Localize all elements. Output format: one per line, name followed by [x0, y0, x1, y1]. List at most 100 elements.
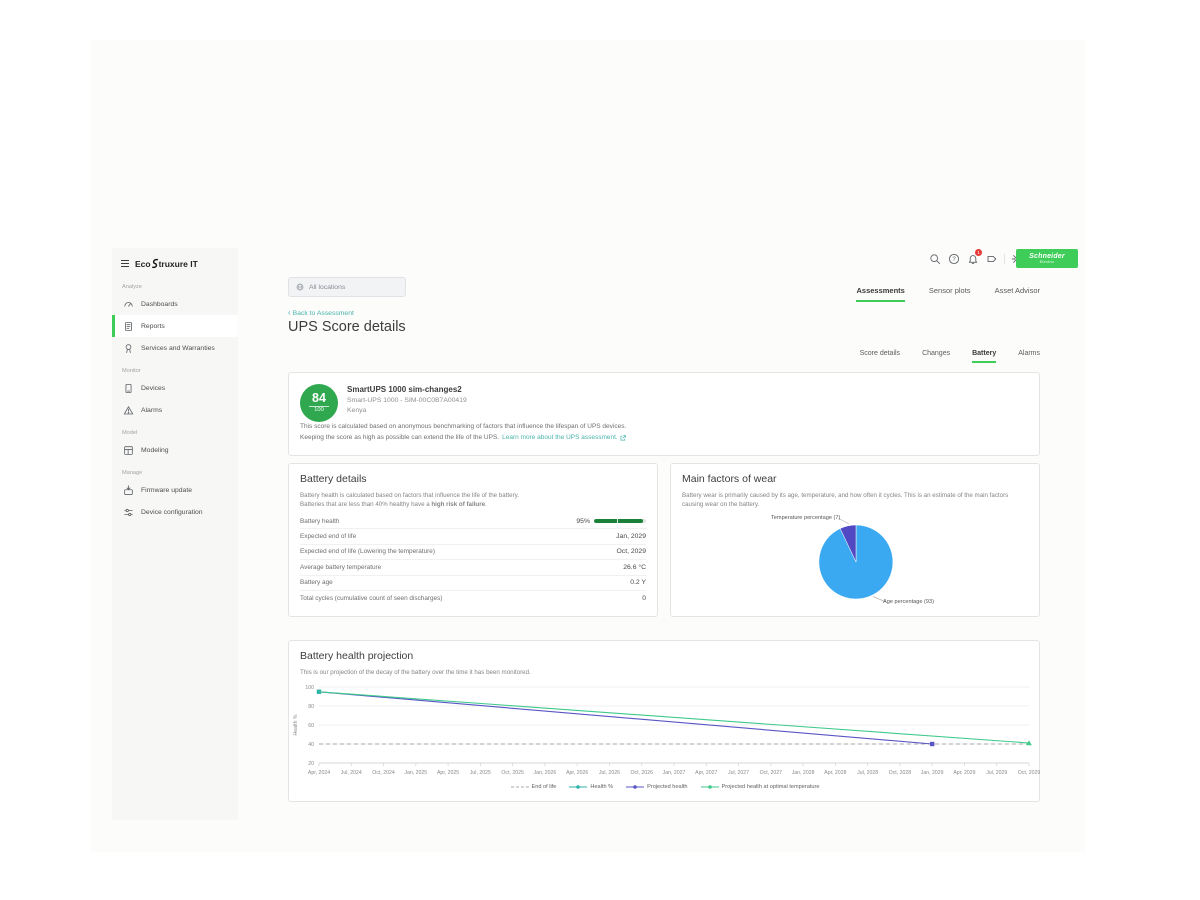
score-value: 84: [312, 392, 326, 405]
legend-marker-icon: [569, 783, 587, 791]
location-search-placeholder: All locations: [309, 284, 345, 291]
feedback-button[interactable]: [985, 252, 999, 266]
config-icon: [123, 507, 134, 518]
sidebar-item-label: Dashboards: [141, 301, 178, 308]
legend-item-end-of-life: End of life: [511, 783, 557, 791]
legend-item-projected-health-at-optimal-temperature: Projected health at optimal temperature: [701, 783, 820, 791]
sidebar-item-devices[interactable]: Devices: [112, 377, 238, 399]
battery-row-total-cycles-cumulative-count-of-seen-discharges: Total cycles (cumulative count of seen d…: [300, 591, 646, 606]
subtab-alarms[interactable]: Alarms: [1018, 350, 1040, 363]
row-value: Jan, 2029: [616, 533, 646, 540]
page-title: UPS Score details: [288, 319, 406, 335]
svg-text:Oct, 2024: Oct, 2024: [372, 770, 395, 776]
wear-title: Main factors of wear: [682, 473, 777, 485]
sidebar-item-alarms[interactable]: Alarms: [112, 399, 238, 421]
score-description-line1: This score is calculated based on anonym…: [300, 423, 626, 430]
device-model: Smart-UPS 1000 - SIM-00C0B7A00419: [347, 397, 467, 404]
search-button[interactable]: [928, 252, 942, 266]
battery-details-panel: Battery details Battery health is calcul…: [288, 463, 658, 617]
tab-asset-advisor[interactable]: Asset Advisor: [995, 286, 1040, 302]
score-badge: 84 100: [300, 384, 338, 422]
score-description-line2: Keeping the score as high as possible ca…: [300, 434, 626, 441]
legend-label: Projected health: [647, 784, 687, 790]
sidebar-item-services-and-warranties[interactable]: Services and Warranties: [112, 337, 238, 359]
topbar-divider: [1004, 254, 1005, 264]
help-button[interactable]: ?: [947, 252, 961, 266]
svg-text:Jan, 2026: Jan, 2026: [534, 770, 557, 776]
subtab-changes[interactable]: Changes: [922, 350, 950, 363]
sidebar-nav: AnalyzeDashboardsReportsServices and War…: [112, 284, 238, 523]
svg-text:Jan, 2028: Jan, 2028: [792, 770, 815, 776]
tab-assessments[interactable]: Assessments: [856, 286, 904, 302]
sidebar-item-reports[interactable]: Reports: [112, 315, 238, 337]
subtab-battery[interactable]: Battery: [972, 350, 996, 363]
legend-item-health: Health %: [569, 783, 613, 791]
location-search-input[interactable]: All locations: [288, 277, 406, 297]
battery-health-bar: [594, 519, 646, 524]
pie-label-temperature: Temperature percentage (7): [771, 515, 840, 521]
svg-text:Jul, 2029: Jul, 2029: [986, 770, 1007, 776]
sidebar-section-label-manage: Manage: [122, 470, 238, 476]
logo-text-eco: Eco: [135, 259, 151, 269]
svg-text:Apr, 2029: Apr, 2029: [953, 770, 975, 776]
svg-text:Apr, 2026: Apr, 2026: [566, 770, 588, 776]
sidebar-item-label: Alarms: [141, 407, 162, 414]
row-label: Total cycles (cumulative count of seen d…: [300, 595, 442, 602]
sidebar-item-label: Firmware update: [141, 487, 192, 494]
legend-label: Projected health at optimal temperature: [722, 784, 820, 790]
modeling-icon: [123, 445, 134, 456]
battery-details-title: Battery details: [300, 473, 367, 485]
sidebar-header: Ecotruxure IT: [112, 248, 238, 275]
row-value: 26.6 °C: [623, 564, 646, 571]
svg-text:Apr, 2027: Apr, 2027: [695, 770, 717, 776]
alarms-icon: [123, 405, 134, 416]
pie-label-age: Age percentage (93): [883, 599, 934, 605]
sub-tabs: Score details Changes Battery Alarms: [700, 350, 1040, 363]
legend-label: Health %: [590, 784, 613, 790]
svg-text:Oct, 2028: Oct, 2028: [889, 770, 912, 776]
battery-desc-line2-suffix: .: [485, 501, 487, 508]
row-value: 95%: [576, 518, 590, 525]
services-icon: [123, 343, 134, 354]
sidebar-item-firmware-update[interactable]: Firmware update: [112, 479, 238, 501]
sidebar-item-modeling[interactable]: Modeling: [112, 439, 238, 461]
legend-item-projected-health: Projected health: [626, 783, 687, 791]
row-label: Expected end of life: [300, 533, 356, 540]
battery-desc-line2-bold: high risk of failure: [431, 501, 485, 508]
sidebar-item-dashboards[interactable]: Dashboards: [112, 293, 238, 315]
notifications-button[interactable]: 1: [966, 252, 980, 266]
wear-description: Battery wear is primarily caused by its …: [682, 491, 1028, 510]
projection-legend: End of life Health % Projected health Proje…: [289, 783, 1041, 791]
devices-icon: [123, 383, 134, 394]
tab-sensor-plots[interactable]: Sensor plots: [929, 286, 971, 302]
ecostruxure-swirl-icon: [151, 258, 159, 269]
svg-text:Apr, 2025: Apr, 2025: [437, 770, 459, 776]
menu-icon[interactable]: [121, 260, 129, 267]
row-label: Average battery temperature: [300, 564, 381, 571]
sidebar-item-device-configuration[interactable]: Device configuration: [112, 501, 238, 523]
globe-icon: [296, 283, 304, 291]
legend-label: End of life: [532, 784, 557, 790]
schneider-electric-logo[interactable]: Schneider Electric: [1016, 249, 1078, 268]
row-label: Battery health: [300, 518, 339, 525]
search-icon: [929, 253, 941, 265]
learn-more-link[interactable]: Learn more about the UPS assessment.: [502, 434, 626, 441]
sidebar: Ecotruxure IT AnalyzeDashboardsReportsSe…: [112, 248, 238, 820]
chevron-left-icon: ‹: [288, 309, 291, 317]
notification-badge: 1: [975, 249, 982, 256]
svg-text:Jul, 2025: Jul, 2025: [470, 770, 491, 776]
battery-desc-line2-prefix: Batteries that are less than 40% healthy…: [300, 501, 431, 508]
sidebar-item-label: Device configuration: [141, 509, 203, 516]
svg-text:Jul, 2027: Jul, 2027: [728, 770, 749, 776]
row-value: Oct, 2029: [617, 548, 646, 555]
sidebar-item-label: Devices: [141, 385, 165, 392]
svg-text:Oct, 2025: Oct, 2025: [501, 770, 524, 776]
projection-description: This is our projection of the decay of t…: [300, 668, 1028, 677]
back-link[interactable]: ‹Back to Assessment: [288, 309, 354, 317]
subtab-score-details[interactable]: Score details: [860, 350, 900, 363]
active-indicator: [112, 315, 115, 337]
svg-text:100: 100: [305, 685, 314, 691]
feedback-icon: [986, 253, 998, 265]
external-link-icon: [620, 435, 626, 441]
legend-marker-icon: [626, 783, 644, 791]
